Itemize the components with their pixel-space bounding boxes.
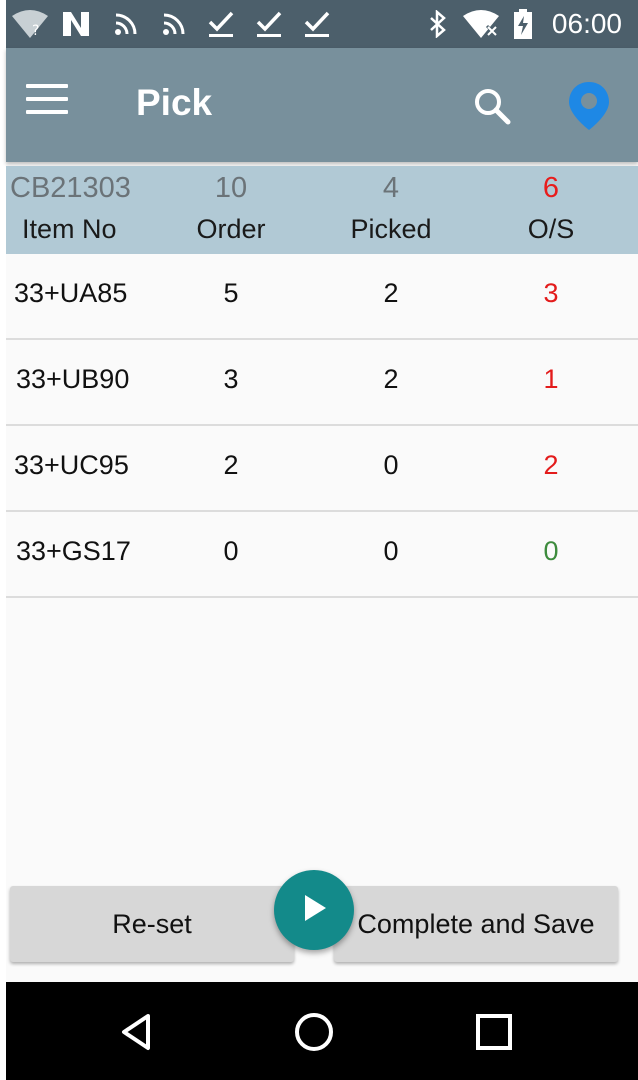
- picked-total: 4: [382, 172, 400, 204]
- home-icon[interactable]: [292, 1010, 336, 1054]
- wifi-off-icon: [462, 10, 502, 38]
- location-pin-icon[interactable]: [566, 80, 612, 132]
- order-total: 10: [214, 172, 248, 204]
- outstanding-qty: 2: [543, 450, 559, 480]
- item-number: 33+UB90: [16, 364, 130, 394]
- order-qty: 5: [223, 278, 239, 308]
- play-button[interactable]: [274, 870, 354, 950]
- check-icon: [302, 10, 332, 38]
- app-toolbar: Pick: [6, 48, 638, 162]
- item-number: 33+UA85: [14, 278, 128, 308]
- column-header-os: O/S: [527, 214, 575, 244]
- picked-qty: 2: [383, 364, 399, 394]
- picked-qty: 0: [383, 536, 399, 566]
- search-icon[interactable]: [472, 86, 512, 126]
- outstanding-qty: 3: [543, 278, 559, 308]
- svg-text:?: ?: [32, 23, 39, 38]
- order-qty: 0: [223, 536, 239, 566]
- outstanding-qty: 1: [543, 364, 559, 394]
- rss-icon: [112, 10, 140, 38]
- pick-item-list: 33+UA85 5 2 3 33+UB90 3 2 1 33+UC95 2 0 …: [6, 254, 638, 598]
- battery-charging-icon: [512, 9, 534, 39]
- picked-qty: 2: [383, 278, 399, 308]
- nfc-icon: [60, 10, 92, 38]
- recents-icon[interactable]: [472, 1010, 516, 1054]
- list-item[interactable]: 33+UA85 5 2 3: [6, 254, 638, 340]
- pick-summary-header: CB21303 10 4 6 Item No Order Picked O/S: [6, 166, 638, 254]
- complete-and-save-button[interactable]: Complete and Save: [334, 886, 618, 962]
- column-header-picked: Picked: [350, 214, 432, 244]
- hamburger-menu-icon[interactable]: [26, 84, 68, 120]
- system-nav-bar: [6, 982, 638, 1080]
- list-item[interactable]: 33+UB90 3 2 1: [6, 340, 638, 426]
- back-icon[interactable]: [114, 1010, 158, 1054]
- order-qty: 2: [223, 450, 239, 480]
- status-time: 06:00: [551, 8, 622, 39]
- item-number: 33+UC95: [14, 450, 129, 480]
- item-number: 33+GS17: [16, 536, 131, 566]
- document-number: CB21303: [10, 172, 131, 204]
- play-icon: [299, 892, 329, 929]
- reset-button[interactable]: Re-set: [10, 886, 294, 962]
- check-icon: [254, 10, 284, 38]
- screen: ? 06:00 Pick CB21303 10 4 6 Item No Orde…: [6, 0, 638, 1080]
- outstanding-total: 6: [542, 172, 560, 204]
- outstanding-qty: 0: [543, 536, 559, 566]
- status-bar: ? 06:00: [6, 0, 638, 48]
- check-icon: [206, 10, 236, 38]
- bluetooth-icon: [426, 10, 450, 38]
- page-title: Pick: [136, 82, 213, 123]
- list-item[interactable]: 33+UC95 2 0 2: [6, 426, 638, 512]
- column-header-order: Order: [196, 214, 266, 244]
- picked-qty: 0: [383, 450, 399, 480]
- list-item[interactable]: 33+GS17 0 0 0: [6, 512, 638, 598]
- order-qty: 3: [223, 364, 239, 394]
- wifi-unknown-icon: ?: [10, 10, 50, 38]
- column-header-item-no: Item No: [22, 214, 117, 244]
- rss-icon: [160, 10, 188, 38]
